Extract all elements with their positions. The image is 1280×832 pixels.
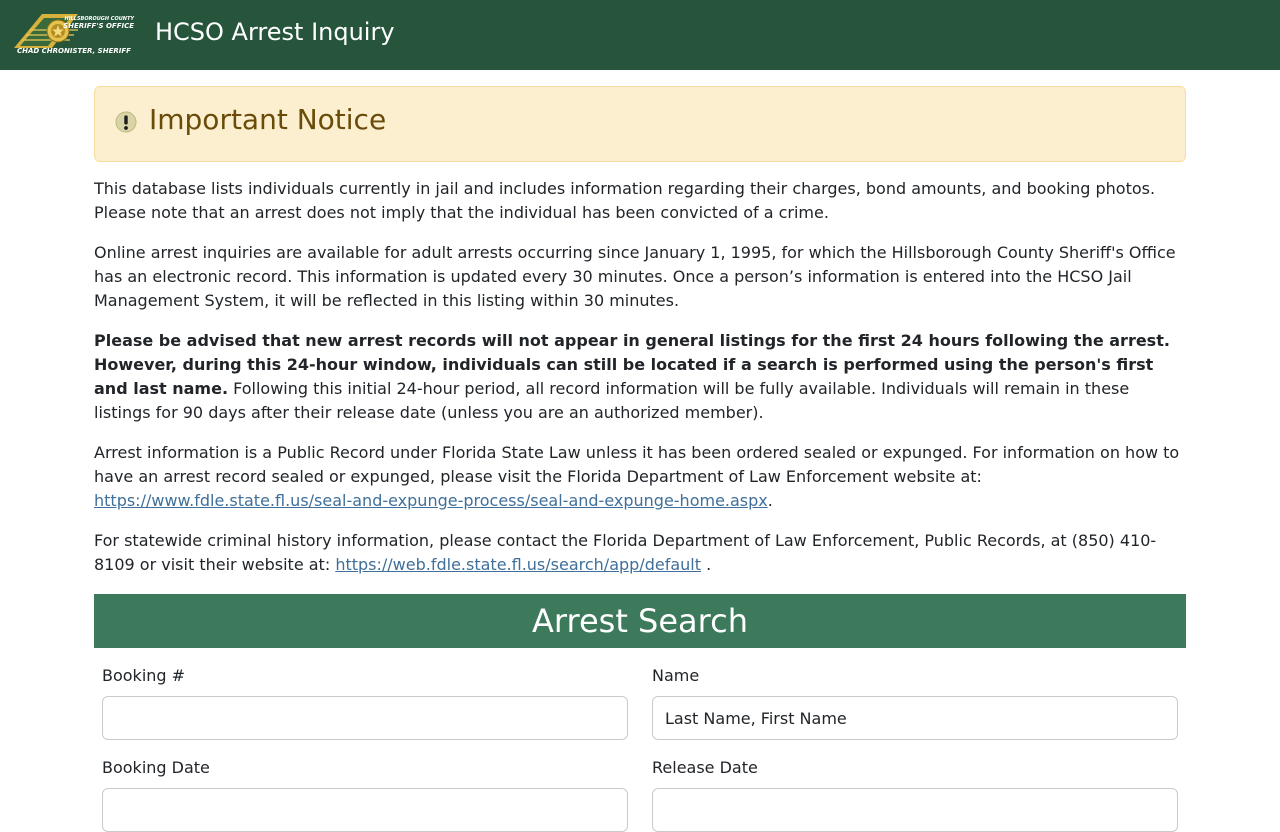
fdle-seal-expunge-link[interactable]: https://www.fdle.state.fl.us/seal-and-ex…: [94, 491, 768, 510]
release-date-input[interactable]: [652, 788, 1178, 832]
advisory-rest-text: Following this initial 24-hour period, a…: [94, 379, 1130, 422]
top-navbar: HILLSBOROUGH COUNTY SHERIFF'S OFFICE CHA…: [0, 0, 1280, 70]
notice-title: Important Notice: [149, 103, 387, 136]
public-record-text: Arrest information is a Public Record un…: [94, 443, 1180, 486]
name-input[interactable]: [652, 696, 1178, 740]
statewide-history-end: .: [701, 555, 712, 574]
name-label: Name: [652, 666, 700, 685]
info-paragraph-1: This database lists individuals currentl…: [94, 179, 1156, 222]
logo-line-3: CHAD CHRONISTER, SHERIFF: [17, 47, 131, 55]
booking-date-input[interactable]: [102, 788, 628, 832]
public-record-end: .: [767, 491, 773, 510]
info-paragraph-5: For statewide criminal history informati…: [94, 529, 1186, 577]
booking-number-label: Booking #: [102, 666, 186, 685]
info-paragraph-3: Please be advised that new arrest record…: [94, 329, 1186, 425]
info-paragraph-2: Online arrest inquiries are available fo…: [94, 243, 1176, 310]
logo-line-2: SHERIFF'S OFFICE: [63, 22, 134, 30]
logo-text: HILLSBOROUGH COUNTY SHERIFF'S OFFICE: [60, 16, 134, 31]
booking-date-label: Booking Date: [102, 758, 210, 777]
info-paragraph-4: Arrest information is a Public Record un…: [94, 441, 1186, 513]
arrest-search-header: Arrest Search: [94, 594, 1186, 648]
fdle-search-link[interactable]: https://web.fdle.state.fl.us/search/app/…: [335, 555, 701, 574]
booking-number-input[interactable]: [102, 696, 628, 740]
important-notice-banner: Important Notice: [94, 86, 1186, 162]
app-title[interactable]: HCSO Arrest Inquiry: [155, 17, 395, 47]
exclamation-circle-icon: [115, 111, 137, 133]
release-date-label: Release Date: [652, 758, 758, 777]
info-content: This database lists individuals currentl…: [94, 177, 1186, 577]
